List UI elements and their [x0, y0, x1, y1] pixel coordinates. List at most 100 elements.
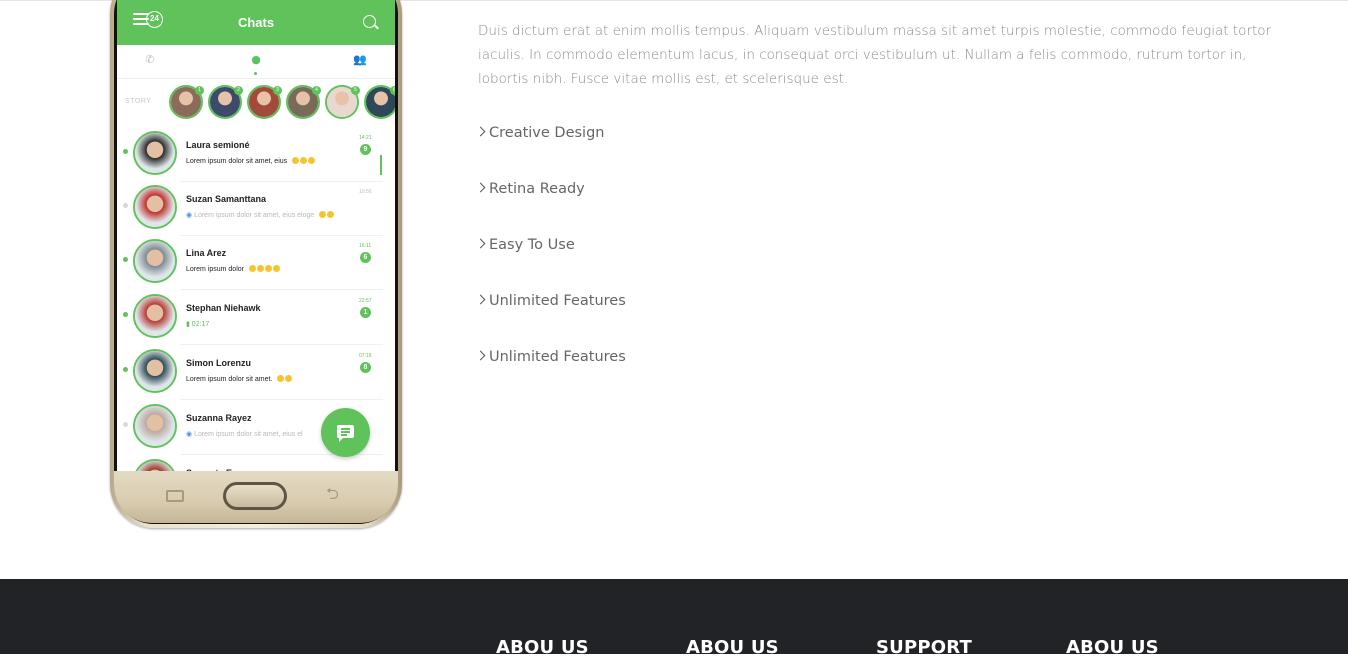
message-preview: ◉ Lorem ipsum dolor sit amet, eius eloge: [186, 211, 335, 219]
avatar: [133, 131, 177, 175]
emoji-icon: [272, 265, 280, 272]
emoji-icon: [256, 265, 264, 272]
back-icon: ⮌: [326, 484, 339, 503]
feature-item: Unlimited Features: [475, 293, 626, 309]
presence-dot: [123, 203, 128, 208]
avatar: [133, 459, 177, 471]
emoji-icon: [327, 211, 335, 218]
seen-icon: ◉: [186, 212, 195, 219]
avatar: [133, 239, 177, 283]
feature-label: Unlimited Features: [489, 293, 626, 309]
chat-bubble-icon: ●: [251, 53, 261, 66]
message-text: Lorem ipsum dolor: [186, 266, 244, 273]
message-time: 16:11: [359, 243, 372, 249]
emoji-icon: [319, 211, 327, 218]
stories-row: STORY 1 2 3 4 5 6: [117, 80, 395, 126]
message-icon: [337, 425, 354, 442]
feature-label: Unlimited Features: [489, 349, 626, 365]
contact-name: Laura semioné: [186, 140, 250, 150]
search-icon: [363, 15, 376, 28]
contact-name: Simon Lorenzu: [186, 358, 251, 368]
message-time: 07:16: [359, 353, 372, 359]
message-time: 22:57: [359, 298, 372, 304]
contact-name: Samanta Esouc: [186, 468, 253, 471]
presence-dot: [123, 422, 128, 427]
emoji-icon: [277, 375, 285, 382]
chevron-right-icon: [475, 238, 486, 249]
footer: ABOU US ABOU US SUPPORT ABOU US: [0, 579, 1348, 658]
chevron-right-icon: [475, 350, 486, 361]
emoji-icon: [308, 157, 316, 164]
recent-apps-icon: [166, 490, 184, 502]
feature-label: Retina Ready: [489, 181, 585, 197]
chat-item: Lina Arez Lorem ipsum dolor 16:11 6: [117, 236, 395, 290]
emoji-icon: [300, 157, 308, 164]
message-preview: Lorem ipsum dolor: [186, 265, 280, 273]
message-text: 02:17: [191, 321, 210, 328]
contact-name: Suzanna Rayez: [186, 413, 252, 423]
feature-item: Creative Design: [475, 125, 605, 141]
footer-heading: SUPPORT: [876, 637, 972, 658]
story-badge: 1: [195, 86, 204, 95]
avatar: [133, 185, 177, 229]
scroll-indicator: [380, 155, 382, 175]
feature-label: Creative Design: [489, 125, 605, 141]
contact-name: Lina Arez: [186, 248, 227, 258]
story-badge: 5: [351, 86, 360, 95]
phone-icon: ✆: [145, 53, 155, 66]
message-time: 10:56: [359, 189, 372, 195]
message-preview: Lorem ipsum dolor sit amet.: [186, 375, 293, 383]
unread-count-badge: 6: [360, 252, 371, 263]
phone-bottom-bezel: ⮌: [114, 471, 398, 523]
message-preview: Lorem ipsum dolor sit amet, eius: [186, 157, 316, 165]
footer-heading: ABOU US: [686, 637, 779, 658]
phone-screen: 24 Chats ✆ ● 👥 STORY 1 2 3 4 5 6 Laura semion…: [117, 0, 395, 471]
emoji-icon: [285, 375, 293, 382]
emoji-icon: [292, 157, 300, 164]
row-divider: [180, 399, 383, 400]
presence-dot: [123, 312, 128, 317]
group-icon: 👥: [353, 53, 367, 66]
chevron-right-icon: [475, 294, 486, 305]
avatar: [133, 404, 177, 448]
footer-heading: ABOU US: [496, 637, 589, 658]
unread-count-badge: 1: [360, 307, 371, 318]
feature-label: Easy To Use: [489, 237, 575, 253]
new-message-button: [321, 408, 370, 457]
message-time: 14:21: [359, 135, 372, 141]
app-title: Chats: [237, 15, 275, 30]
row-divider: [180, 344, 383, 345]
message-preview: ▮ 02:17: [186, 320, 209, 328]
story-badge: 4: [312, 86, 321, 95]
row-divider: [180, 289, 383, 290]
chevron-right-icon: [475, 182, 486, 193]
emoji-icon: [264, 265, 272, 272]
chat-item: Simon Lorenzu Lorem ipsum dolor sit amet.…: [117, 346, 395, 400]
chevron-right-icon: [475, 126, 486, 137]
presence-dot: [123, 149, 128, 154]
feature-item: Retina Ready: [475, 181, 585, 197]
message-text: Lorem ipsum dolor sit amet, eius eloge: [194, 212, 315, 219]
chat-item: Stephan Niehawk ▮ 02:17 22:57 1: [117, 291, 395, 345]
avatar: [133, 294, 177, 338]
footer-heading: ABOU US: [1066, 637, 1159, 658]
message-text: Lorem ipsum dolor sit amet, eius el: [194, 431, 303, 438]
chat-item: Suzan Samanttana ◉ Lorem ipsum dolor sit …: [117, 182, 395, 236]
contact-name: Stephan Niehawk: [186, 303, 261, 313]
story-badge: 3: [273, 86, 282, 95]
unread-count-badge: 9: [360, 144, 371, 155]
active-tab-indicator: [254, 72, 257, 75]
seen-icon: ◉: [186, 431, 195, 438]
home-button: [223, 482, 287, 510]
avatar: [133, 349, 177, 393]
chat-item: Laura semioné Lorem ipsum dolor sit amet,…: [117, 128, 395, 182]
emoji-icon: [248, 265, 256, 272]
app-bar: 24 Chats: [117, 0, 395, 45]
story-label: STORY: [125, 98, 152, 105]
message-preview: ◉ Lorem ipsum dolor sit amet, eius el: [186, 430, 303, 438]
intro-paragraph: Duis dictum erat at enim mollis tempus. …: [478, 23, 1272, 87]
message-text: Lorem ipsum dolor sit amet.: [186, 376, 273, 383]
feature-item: Easy To Use: [475, 237, 575, 253]
unread-count-badge: 8: [360, 362, 371, 373]
app-tabs: ✆ ● 👥: [117, 45, 395, 79]
